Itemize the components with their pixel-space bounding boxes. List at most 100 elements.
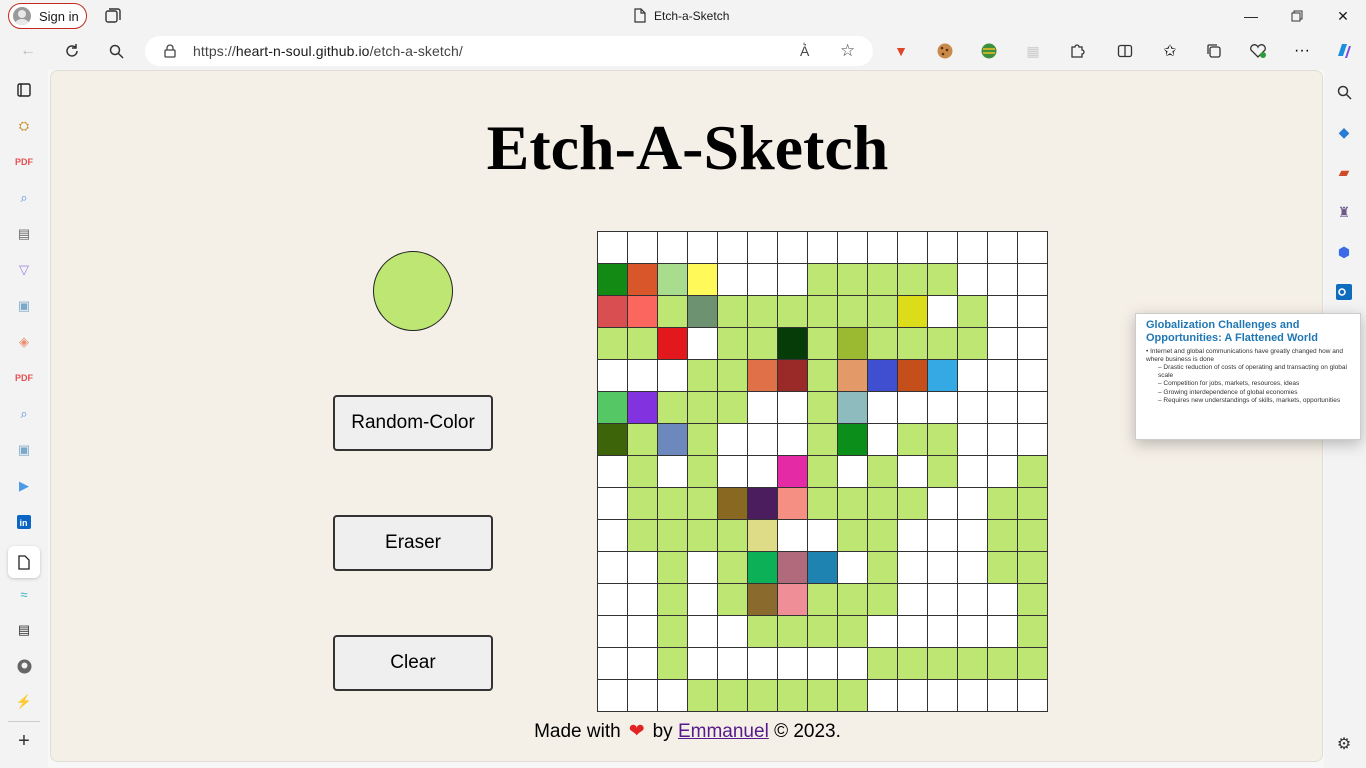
grid-cell[interactable] (598, 392, 627, 423)
grid-cell[interactable] (658, 232, 687, 263)
grid-cell[interactable] (1018, 424, 1047, 455)
favorites-icon[interactable]: ✩ (1160, 41, 1180, 61)
grid-cell[interactable] (598, 264, 627, 295)
grid-cell[interactable] (868, 680, 897, 711)
grid-cell[interactable] (838, 392, 867, 423)
grid-cell[interactable] (688, 296, 717, 327)
grid-cell[interactable] (988, 296, 1017, 327)
grid-cell[interactable] (1018, 552, 1047, 583)
grid-cell[interactable] (988, 488, 1017, 519)
grid-cell[interactable] (898, 392, 927, 423)
grid-cell[interactable] (838, 520, 867, 551)
grid-cell[interactable] (658, 328, 687, 359)
grid-cell[interactable] (988, 360, 1017, 391)
document-icon[interactable]: ▤ (14, 224, 34, 244)
grid-cell[interactable] (778, 552, 807, 583)
grid-cell[interactable] (628, 392, 657, 423)
eraser-button[interactable]: Eraser (333, 515, 493, 571)
outlook-icon[interactable] (1334, 282, 1354, 302)
github-icon[interactable] (14, 656, 34, 676)
grid-cell[interactable] (808, 424, 837, 455)
minimize-button[interactable]: — (1228, 0, 1274, 32)
grid-cell[interactable] (778, 648, 807, 679)
settings-gear-icon[interactable]: ⚙ (1334, 734, 1354, 754)
grid-cell[interactable] (1018, 328, 1047, 359)
grid-cell[interactable] (928, 456, 957, 487)
grid-cell[interactable] (898, 488, 927, 519)
grid-cell[interactable] (778, 328, 807, 359)
grid-cell[interactable] (718, 392, 747, 423)
grid-cell[interactable] (988, 232, 1017, 263)
grid-cell[interactable] (808, 616, 837, 647)
close-button[interactable]: ✕ (1320, 0, 1366, 32)
grid-cell[interactable] (688, 232, 717, 263)
grid-cell[interactable] (958, 456, 987, 487)
grid-cell[interactable] (988, 520, 1017, 551)
grid-cell[interactable] (628, 360, 657, 391)
grid-cell[interactable] (688, 648, 717, 679)
grid-cell[interactable] (808, 392, 837, 423)
grid-cell[interactable] (898, 296, 927, 327)
grid-cell[interactable] (748, 232, 777, 263)
grid-cell[interactable] (928, 424, 957, 455)
grid-cell[interactable] (1018, 392, 1047, 423)
grid-cell[interactable] (988, 616, 1017, 647)
grid-cell[interactable] (868, 520, 897, 551)
grid-cell[interactable] (928, 648, 957, 679)
grid-cell[interactable] (748, 360, 777, 391)
grid-cell[interactable] (958, 328, 987, 359)
grid-cell[interactable] (598, 296, 627, 327)
restore-button[interactable] (1274, 0, 1320, 32)
grid-cell[interactable] (598, 584, 627, 615)
grid-cell[interactable] (958, 424, 987, 455)
copilot-icon[interactable] (1334, 41, 1354, 61)
grid-cell[interactable] (808, 648, 837, 679)
grid-cell[interactable] (1018, 296, 1047, 327)
grid-cell[interactable] (658, 424, 687, 455)
grid-cell[interactable] (598, 360, 627, 391)
add-sidebar-item-icon[interactable]: + (14, 730, 34, 752)
grid-cell[interactable] (688, 616, 717, 647)
grid-cell[interactable] (688, 488, 717, 519)
grid-cell[interactable] (838, 360, 867, 391)
grid-cell[interactable] (868, 296, 897, 327)
grid-cell[interactable] (748, 488, 777, 519)
grid-cell[interactable] (928, 392, 957, 423)
workspaces-icon[interactable] (104, 7, 122, 25)
grid-cell[interactable] (718, 552, 747, 583)
grid-cell[interactable] (898, 424, 927, 455)
grid-cell[interactable] (628, 264, 657, 295)
extensions-puzzle-icon[interactable] (1067, 41, 1087, 61)
more-options-icon[interactable]: ··· (1292, 41, 1312, 61)
random-color-button[interactable]: Random-Color (333, 395, 493, 451)
grid-cell[interactable] (598, 680, 627, 711)
favorite-star-icon[interactable]: ☆ (840, 41, 855, 61)
grid-cell[interactable] (928, 616, 957, 647)
grid-cell[interactable] (1018, 680, 1047, 711)
grid-cell[interactable] (658, 680, 687, 711)
grid-cell[interactable] (868, 392, 897, 423)
grid-cell[interactable] (598, 456, 627, 487)
grid-cell[interactable] (778, 264, 807, 295)
grid-cell[interactable] (598, 648, 627, 679)
games-icon[interactable]: ♜ (1334, 202, 1354, 222)
grid-cell[interactable] (808, 328, 837, 359)
grid-cell[interactable] (778, 232, 807, 263)
grid-cell[interactable] (868, 584, 897, 615)
grid-cell[interactable] (868, 328, 897, 359)
grid-cell[interactable] (1018, 616, 1047, 647)
grid-cell[interactable] (838, 584, 867, 615)
grid-cell[interactable] (838, 264, 867, 295)
grid-cell[interactable] (598, 488, 627, 519)
grid-cell[interactable] (658, 552, 687, 583)
grid-cell[interactable] (898, 552, 927, 583)
extension-brave-icon[interactable]: ▼ (891, 41, 911, 61)
grid-cell[interactable] (928, 520, 957, 551)
grid-cell[interactable] (838, 296, 867, 327)
grid-cell[interactable] (688, 360, 717, 391)
extension-cookie-icon[interactable] (935, 41, 955, 61)
pdf-icon-2[interactable]: PDF (14, 368, 34, 388)
grid-cell[interactable] (688, 328, 717, 359)
grid-cell[interactable] (958, 584, 987, 615)
grid-cell[interactable] (718, 456, 747, 487)
